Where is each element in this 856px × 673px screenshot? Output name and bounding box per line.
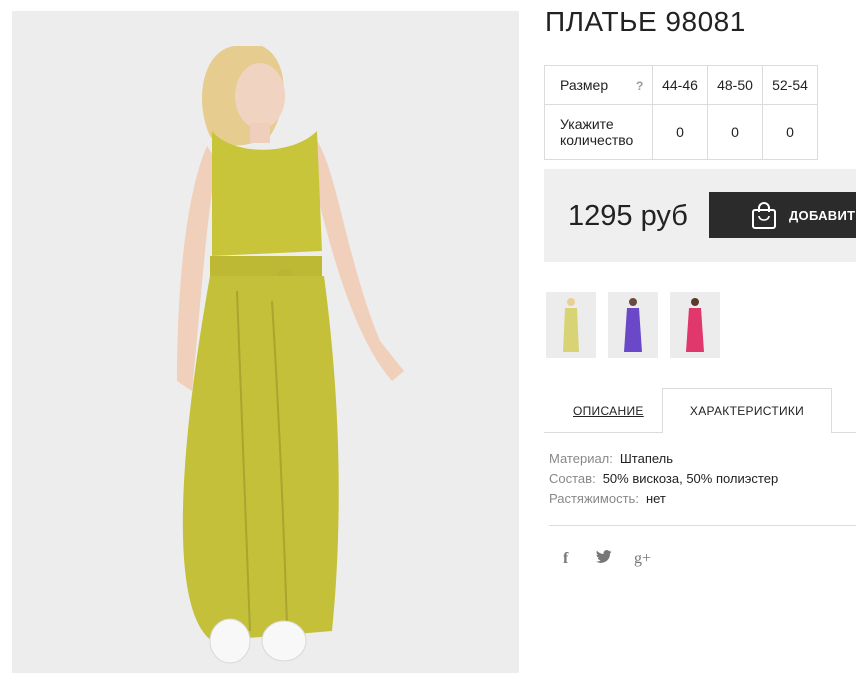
quantity-label-line1: Укажите — [560, 116, 614, 132]
add-to-cart-button[interactable]: ДОБАВИТЬ — [709, 192, 856, 238]
characteristic-row: Состав: 50% вискоза, 50% полиэстер — [549, 471, 778, 491]
characteristic-row: Материал: Штапель — [549, 451, 778, 471]
product-title: ПЛАТЬЕ 98081 — [545, 6, 746, 37]
characteristic-row: Растяжимость: нет — [549, 491, 778, 511]
size-row: Размер ? 44-46 48-50 52-54 — [544, 65, 818, 105]
tab-characteristics[interactable]: ХАРАКТЕРИСТИКИ — [662, 388, 832, 433]
facebook-icon[interactable]: f — [563, 550, 568, 568]
characteristic-value: Штапель — [619, 451, 674, 466]
thumbnail-yellow-image — [546, 292, 596, 358]
twitter-icon[interactable] — [596, 550, 612, 569]
google-plus-icon[interactable]: g+ — [634, 550, 651, 568]
add-to-cart-label: ДОБАВИТЬ — [789, 208, 856, 223]
quantity-input[interactable]: 0 — [707, 104, 763, 160]
thumbnail-purple-image — [608, 292, 658, 358]
product-page: ПЛАТЬЕ 98081 Размер ? 44-46 48-50 52-54 … — [0, 0, 856, 673]
help-icon[interactable]: ? — [636, 79, 643, 93]
characteristic-key: Состав: — [549, 471, 596, 486]
product-main-photo[interactable] — [12, 11, 519, 673]
section-divider — [549, 525, 856, 526]
characteristic-key: Материал: — [549, 451, 613, 466]
characteristic-value: 50% вискоза, 50% полиэстер — [602, 471, 779, 486]
quantity-label-line2: количество — [560, 132, 634, 148]
price-bar: 1295 руб ДОБАВИТЬ — [544, 169, 856, 262]
quantity-input[interactable]: 0 — [652, 104, 708, 160]
characteristic-key: Растяжимость: — [549, 491, 639, 506]
quantity-label: Укажите количество — [544, 104, 653, 160]
size-option: 48-50 — [707, 65, 763, 105]
thumbnail-pink-image — [670, 292, 720, 358]
size-option: 44-46 — [652, 65, 708, 105]
quantity-row: Укажите количество 0 0 0 — [544, 104, 818, 160]
tab-description[interactable]: ОПИСАНИЕ — [573, 404, 644, 418]
dress-model-illustration — [12, 11, 519, 673]
size-option: 52-54 — [762, 65, 818, 105]
thumbnail-yellow[interactable] — [546, 292, 596, 358]
twitter-bird-icon — [596, 550, 612, 563]
price: 1295 руб — [568, 200, 688, 232]
characteristic-value: нет — [645, 491, 666, 506]
quantity-input[interactable]: 0 — [762, 104, 818, 160]
shopping-bag-icon — [752, 202, 776, 229]
size-quantity-table: Размер ? 44-46 48-50 52-54 Укажите колич… — [544, 65, 818, 160]
thumbnail-purple[interactable] — [608, 292, 658, 358]
size-label: Размер — [560, 77, 609, 93]
size-label-cell: Размер ? — [544, 65, 653, 105]
characteristics-list: Материал: Штапель Состав: 50% вискоза, 50%… — [549, 451, 778, 511]
thumbnail-pink[interactable] — [670, 292, 720, 358]
